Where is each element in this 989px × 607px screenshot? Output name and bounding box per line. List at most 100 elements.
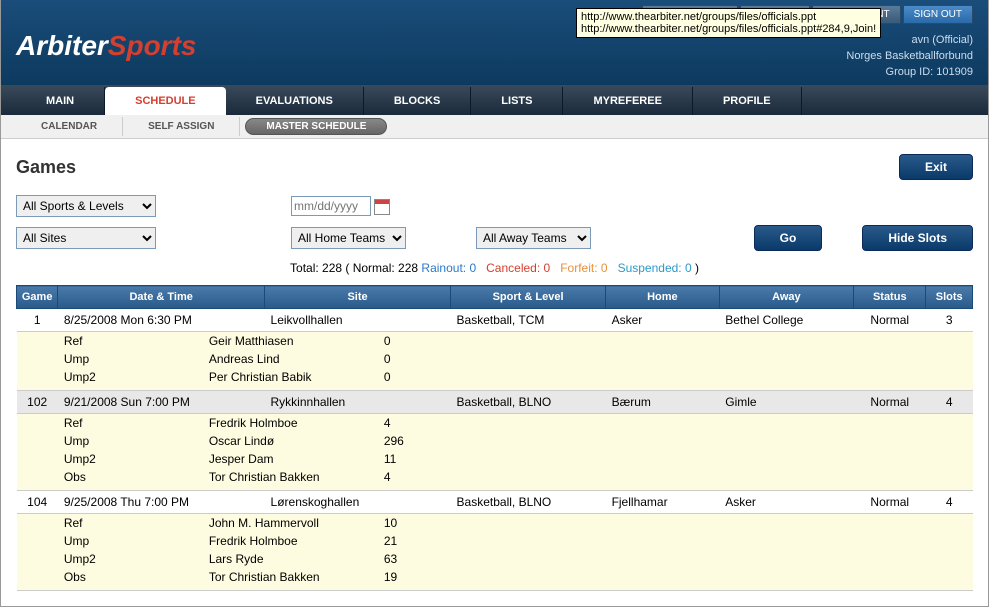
game-row[interactable]: 1049/25/2008 Thu 7:00 PMLørenskoghallenB… — [17, 491, 973, 514]
official-name: Jesper Dam — [209, 452, 384, 466]
official-number: 0 — [384, 370, 391, 384]
subnav-tab-master-schedule[interactable]: MASTER SCHEDULE — [245, 118, 387, 135]
col-header-away[interactable]: Away — [719, 286, 853, 309]
exit-button[interactable]: Exit — [899, 154, 973, 180]
cell: 104 — [17, 491, 58, 514]
totals-forfeit: Forfeit: 0 — [560, 261, 607, 275]
subnav-tab-calendar[interactable]: CALENDAR — [16, 117, 123, 136]
nav-tab-blocks[interactable]: BLOCKS — [364, 87, 471, 115]
official-row: Ump2Lars Ryde63 — [17, 550, 973, 568]
cell: 1 — [17, 309, 58, 332]
game-row[interactable]: 18/25/2008 Mon 6:30 PMLeikvollhallenBask… — [17, 309, 973, 332]
official-row: UmpFredrik Holmboe21 — [17, 532, 973, 550]
official-role: Ump2 — [64, 452, 209, 466]
date-input[interactable] — [291, 196, 371, 216]
official-role: Ref — [64, 416, 209, 430]
official-number: 0 — [384, 352, 391, 366]
col-header-date-time[interactable]: Date & Time — [58, 286, 265, 309]
cell: Basketball, BLNO — [451, 391, 606, 414]
totals-prefix: Total: 228 ( Normal: 228 — [290, 261, 421, 275]
official-name: Tor Christian Bakken — [209, 570, 384, 584]
official-row: RefGeir Matthiasen0 — [17, 332, 973, 351]
cell: 9/21/2008 Sun 7:00 PM — [58, 391, 265, 414]
official-role: Obs — [64, 470, 209, 484]
official-number: 4 — [384, 470, 391, 484]
nav-tab-myreferee[interactable]: MYREFEREE — [563, 87, 692, 115]
official-role: Ref — [64, 334, 209, 348]
totals-line: Total: 228 ( Normal: 228 Rainout: 0 Canc… — [16, 261, 973, 275]
sports-levels-select[interactable]: All Sports & Levels — [16, 195, 156, 217]
cell: 3 — [926, 309, 973, 332]
calendar-icon[interactable] — [374, 199, 390, 215]
tooltip-line1: http://www.thearbiter.net/groups/files/o… — [581, 11, 876, 23]
cell: Basketball, BLNO — [451, 491, 606, 514]
cell: Basketball, TCM — [451, 309, 606, 332]
totals-suffix: ) — [695, 261, 699, 275]
games-table: GameDate & TimeSiteSport & LevelHomeAway… — [16, 285, 973, 591]
official-number: 11 — [384, 452, 396, 466]
cell: Lørenskoghallen — [265, 491, 451, 514]
sub-nav: CALENDARSELF ASSIGN MASTER SCHEDULE — [1, 115, 988, 139]
sign-out-button[interactable]: SIGN OUT — [903, 5, 973, 24]
official-name: John M. Hammervoll — [209, 516, 384, 530]
cell: Gimle — [719, 391, 853, 414]
nav-tab-profile[interactable]: PROFILE — [693, 87, 802, 115]
official-row: UmpAndreas Lind0 — [17, 350, 973, 368]
official-row: Ump2Jesper Dam11 — [17, 450, 973, 468]
cell: Asker — [606, 309, 720, 332]
subnav-tab-self-assign[interactable]: SELF ASSIGN — [123, 117, 240, 136]
col-header-status[interactable]: Status — [854, 286, 926, 309]
app-header: http://www.thearbiter.net/groups/files/o… — [1, 0, 988, 85]
nav-tab-main[interactable]: MAIN — [16, 87, 105, 115]
cell: 9/25/2008 Thu 7:00 PM — [58, 491, 265, 514]
home-teams-select[interactable]: All Home Teams — [291, 227, 406, 249]
official-role: Ump2 — [64, 552, 209, 566]
official-number: 296 — [384, 434, 404, 448]
official-name: Oscar Lindø — [209, 434, 384, 448]
official-number: 0 — [384, 334, 391, 348]
official-row: RefJohn M. Hammervoll10 — [17, 514, 973, 533]
official-role: Ump — [64, 534, 209, 548]
user-info: avn (Official) Norges Basketballforbund … — [846, 32, 973, 80]
totals-suspended: Suspended: 0 — [618, 261, 692, 275]
cell: Rykkinnhallen — [265, 391, 451, 414]
col-header-slots[interactable]: Slots — [926, 286, 973, 309]
nav-tab-schedule[interactable]: SCHEDULE — [105, 87, 226, 115]
away-teams-select[interactable]: All Away Teams — [476, 227, 591, 249]
cell: 4 — [926, 491, 973, 514]
official-name: Fredrik Holmboe — [209, 416, 384, 430]
game-row[interactable]: 1029/21/2008 Sun 7:00 PMRykkinnhallenBas… — [17, 391, 973, 414]
official-name: Fredrik Holmboe — [209, 534, 384, 548]
cell: Normal — [854, 309, 926, 332]
logo-word-sports: Sports — [108, 30, 197, 61]
official-role: Ump2 — [64, 370, 209, 384]
official-row: RefFredrik Holmboe4 — [17, 414, 973, 433]
official-number: 19 — [384, 570, 397, 584]
official-number: 4 — [384, 416, 391, 430]
official-row: ObsTor Christian Bakken19 — [17, 568, 973, 591]
cell: Normal — [854, 491, 926, 514]
cell: Leikvollhallen — [265, 309, 451, 332]
nav-tab-evaluations[interactable]: EVALUATIONS — [226, 87, 364, 115]
official-name: Per Christian Babik — [209, 370, 384, 384]
official-name: Andreas Lind — [209, 352, 384, 366]
official-name: Tor Christian Bakken — [209, 470, 384, 484]
cell: Normal — [854, 391, 926, 414]
col-header-sport-level[interactable]: Sport & Level — [451, 286, 606, 309]
sites-select[interactable]: All Sites — [16, 227, 156, 249]
col-header-game[interactable]: Game — [17, 286, 58, 309]
col-header-site[interactable]: Site — [265, 286, 451, 309]
go-button[interactable]: Go — [754, 225, 823, 251]
official-number: 21 — [384, 534, 397, 548]
official-row: UmpOscar Lindø296 — [17, 432, 973, 450]
user-org: Norges Basketballforbund — [846, 48, 973, 64]
col-header-home[interactable]: Home — [606, 286, 720, 309]
tooltip-line2: http://www.thearbiter.net/groups/files/o… — [581, 23, 876, 35]
hide-slots-button[interactable]: Hide Slots — [862, 225, 973, 251]
page-title: Games — [16, 157, 76, 178]
official-name: Geir Matthiasen — [209, 334, 384, 348]
official-row: ObsTor Christian Bakken4 — [17, 468, 973, 491]
nav-tab-lists[interactable]: LISTS — [471, 87, 563, 115]
logo-word-arbiter: Arbiter — [16, 30, 108, 61]
content-area: Games Exit All Sports & Levels All Sites… — [1, 139, 988, 606]
